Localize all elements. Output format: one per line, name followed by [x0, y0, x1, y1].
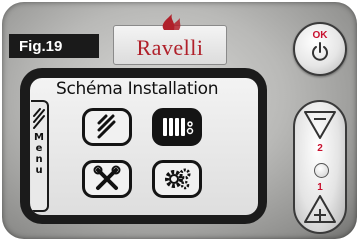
- option-tools[interactable]: [82, 160, 132, 198]
- menu-label: M e n u: [32, 132, 46, 176]
- flame-icon: [162, 14, 181, 30]
- radiator-icon: [163, 118, 194, 136]
- flame-icon: [97, 114, 116, 139]
- screen-title: Schéma Installation: [56, 79, 219, 99]
- menu-letter: e: [35, 143, 43, 154]
- option-settings[interactable]: [152, 160, 202, 198]
- tools-icon: [93, 165, 121, 190]
- minus-button[interactable]: 2: [295, 102, 345, 160]
- option-flame[interactable]: [82, 108, 132, 146]
- plus-icon: [304, 195, 336, 223]
- figure-label: Fig.19: [9, 34, 99, 58]
- minus-icon: [304, 111, 336, 139]
- plus-button[interactable]: 1: [295, 178, 345, 234]
- menu-letter: M: [34, 132, 44, 143]
- option-radiator[interactable]: [152, 108, 202, 146]
- status-led: [314, 163, 329, 178]
- gear-icon: [165, 168, 191, 190]
- menu-letter: u: [35, 165, 43, 176]
- display-screen: Schéma Installation M e n u: [30, 78, 258, 215]
- brand-plate: Ravelli: [113, 14, 227, 65]
- flame-icon: [33, 108, 45, 129]
- adjust-buttons: 2 1: [293, 100, 347, 234]
- minus-number: 2: [317, 143, 323, 154]
- ok-label: OK: [312, 30, 328, 41]
- menu-letter: n: [35, 154, 43, 165]
- power-icon: [312, 42, 328, 61]
- brand-name: Ravelli: [136, 35, 204, 60]
- ok-power-button[interactable]: OK: [293, 22, 347, 76]
